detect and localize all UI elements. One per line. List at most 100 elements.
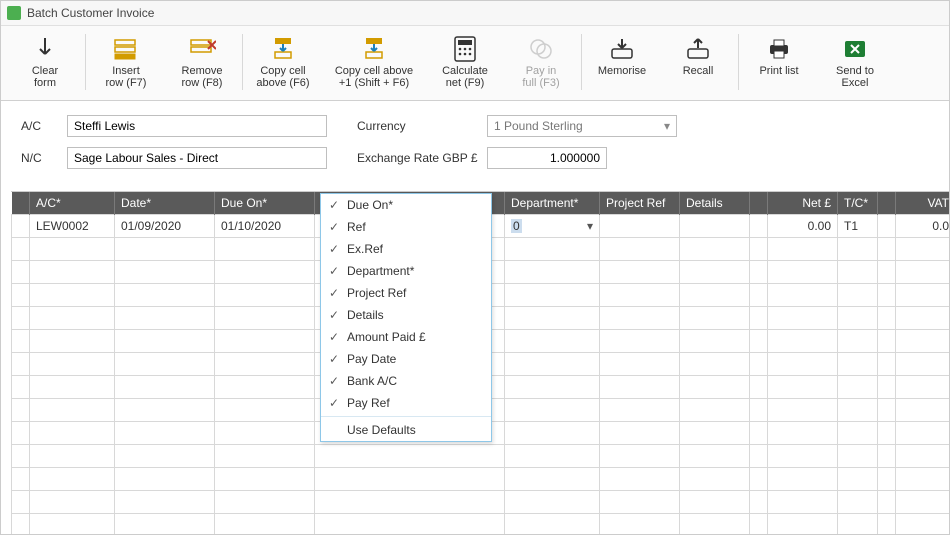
toolbar-label: Remove row (F8) [182, 65, 223, 89]
col-spacer[interactable] [750, 192, 768, 215]
cell-dueon[interactable]: 01/10/2020 [215, 215, 315, 238]
exrate-field[interactable] [487, 147, 607, 169]
ac-field[interactable] [67, 115, 327, 137]
arrow-down-icon [31, 35, 59, 63]
memorise-button[interactable]: Memorise [584, 32, 660, 80]
cell-tc[interactable]: T1 [838, 215, 878, 238]
cell-department[interactable]: 0 ▾ [505, 215, 600, 238]
copy-cell-above-plus1-button[interactable]: Copy cell above +1 (Shift + F6) [321, 32, 427, 92]
coins-icon [527, 35, 555, 63]
tray-down-icon [608, 35, 636, 63]
toolbar-separator [581, 34, 582, 90]
menu-separator [321, 416, 491, 417]
table-row[interactable] [12, 514, 950, 535]
menu-label: Project Ref [347, 286, 406, 300]
rows-insert-icon [112, 35, 140, 63]
menu-label: Ex.Ref [347, 242, 383, 256]
menu-item[interactable]: ✓Project Ref [321, 282, 491, 304]
cell-projref[interactable] [600, 215, 680, 238]
check-icon: ✓ [321, 286, 347, 300]
menu-item-use-defaults[interactable]: Use Defaults [321, 419, 491, 441]
col-date[interactable]: Date* [115, 192, 215, 215]
currency-select[interactable]: 1 Pound Sterling ▾ [487, 115, 677, 137]
chevron-down-icon[interactable]: ▾ [587, 219, 593, 233]
menu-label: Pay Date [347, 352, 396, 366]
nc-label: N/C [21, 151, 57, 165]
menu-label: Due On* [347, 198, 393, 212]
col-department[interactable]: Department* [505, 192, 600, 215]
exrate-label: Exchange Rate GBP £ [337, 151, 477, 165]
copy-above-icon [269, 35, 297, 63]
window-title: Batch Customer Invoice [27, 6, 154, 20]
calculate-net-button[interactable]: Calculate net (F9) [427, 32, 503, 92]
excel-icon [841, 35, 869, 63]
dept-value: 0 [511, 219, 522, 233]
col-net[interactable]: Net £ [768, 192, 838, 215]
menu-item[interactable]: ✓Ex.Ref [321, 238, 491, 260]
col-spacer2[interactable] [878, 192, 896, 215]
check-icon: ✓ [321, 396, 347, 410]
menu-label: Bank A/C [347, 374, 397, 388]
col-ac[interactable]: A/C* [30, 192, 115, 215]
table-row[interactable] [12, 445, 950, 468]
chevron-down-icon: ▾ [664, 119, 670, 133]
nc-field[interactable] [67, 147, 327, 169]
menu-label: Use Defaults [347, 423, 416, 437]
check-icon: ✓ [321, 374, 347, 388]
col-details[interactable]: Details [680, 192, 750, 215]
check-icon: ✓ [321, 198, 347, 212]
col-dueon[interactable]: Due On* [215, 192, 315, 215]
clear-form-button[interactable]: Clear form [7, 32, 83, 92]
printer-icon [765, 35, 793, 63]
col-projref[interactable]: Project Ref [600, 192, 680, 215]
toolbar-label: Copy cell above +1 (Shift + F6) [335, 65, 413, 89]
toolbar-label: Pay in full (F3) [522, 65, 559, 89]
cell-vat[interactable]: 0.0 [896, 215, 950, 238]
check-icon: ✓ [321, 220, 347, 234]
table-row[interactable] [12, 491, 950, 514]
menu-label: Amount Paid £ [347, 330, 426, 344]
toolbar-label: Copy cell above (F6) [256, 65, 309, 89]
currency-value: 1 Pound Sterling [494, 119, 583, 133]
exrate-cell [487, 147, 747, 169]
check-icon: ✓ [321, 330, 347, 344]
remove-row-button[interactable]: Remove row (F8) [164, 32, 240, 92]
tray-up-icon [684, 35, 712, 63]
toolbar-label: Memorise [598, 65, 646, 77]
cell-details[interactable] [680, 215, 750, 238]
send-to-excel-button[interactable]: Send to Excel [817, 32, 893, 92]
menu-item[interactable]: ✓Ref [321, 216, 491, 238]
cell-ac[interactable]: LEW0002 [30, 215, 115, 238]
table-row[interactable] [12, 468, 950, 491]
menu-item[interactable]: ✓Department* [321, 260, 491, 282]
col-vat[interactable]: VAT [896, 192, 950, 215]
copy-above-plus-icon [360, 35, 388, 63]
pay-in-full-button: Pay in full (F3) [503, 32, 579, 92]
toolbar-label: Send to Excel [836, 65, 874, 89]
menu-item[interactable]: ✓Pay Date [321, 348, 491, 370]
menu-label: Details [347, 308, 384, 322]
check-icon: ✓ [321, 264, 347, 278]
insert-row-button[interactable]: Insert row (F7) [88, 32, 164, 92]
toolbar-label: Clear form [32, 65, 58, 89]
cell-date[interactable]: 01/09/2020 [115, 215, 215, 238]
copy-cell-above-button[interactable]: Copy cell above (F6) [245, 32, 321, 92]
menu-item[interactable]: ✓Bank A/C [321, 370, 491, 392]
menu-item[interactable]: ✓Details [321, 304, 491, 326]
check-icon: ✓ [321, 242, 347, 256]
print-list-button[interactable]: Print list [741, 32, 817, 80]
check-icon: ✓ [321, 308, 347, 322]
menu-item[interactable]: ✓Due On* [321, 194, 491, 216]
menu-item[interactable]: ✓Amount Paid £ [321, 326, 491, 348]
row-selector-header[interactable] [12, 192, 30, 215]
app-window: Batch Customer Invoice Clear form Insert… [0, 0, 950, 535]
cell-net[interactable]: 0.00 [768, 215, 838, 238]
ac-label: A/C [21, 119, 57, 133]
recall-button[interactable]: Recall [660, 32, 736, 80]
menu-label: Ref [347, 220, 366, 234]
check-icon: ✓ [321, 352, 347, 366]
menu-item[interactable]: ✓Pay Ref [321, 392, 491, 414]
column-chooser-menu[interactable]: ✓Due On* ✓Ref ✓Ex.Ref ✓Department* ✓Proj… [320, 193, 492, 442]
col-tc[interactable]: T/C* [838, 192, 878, 215]
calculator-icon [451, 35, 479, 63]
